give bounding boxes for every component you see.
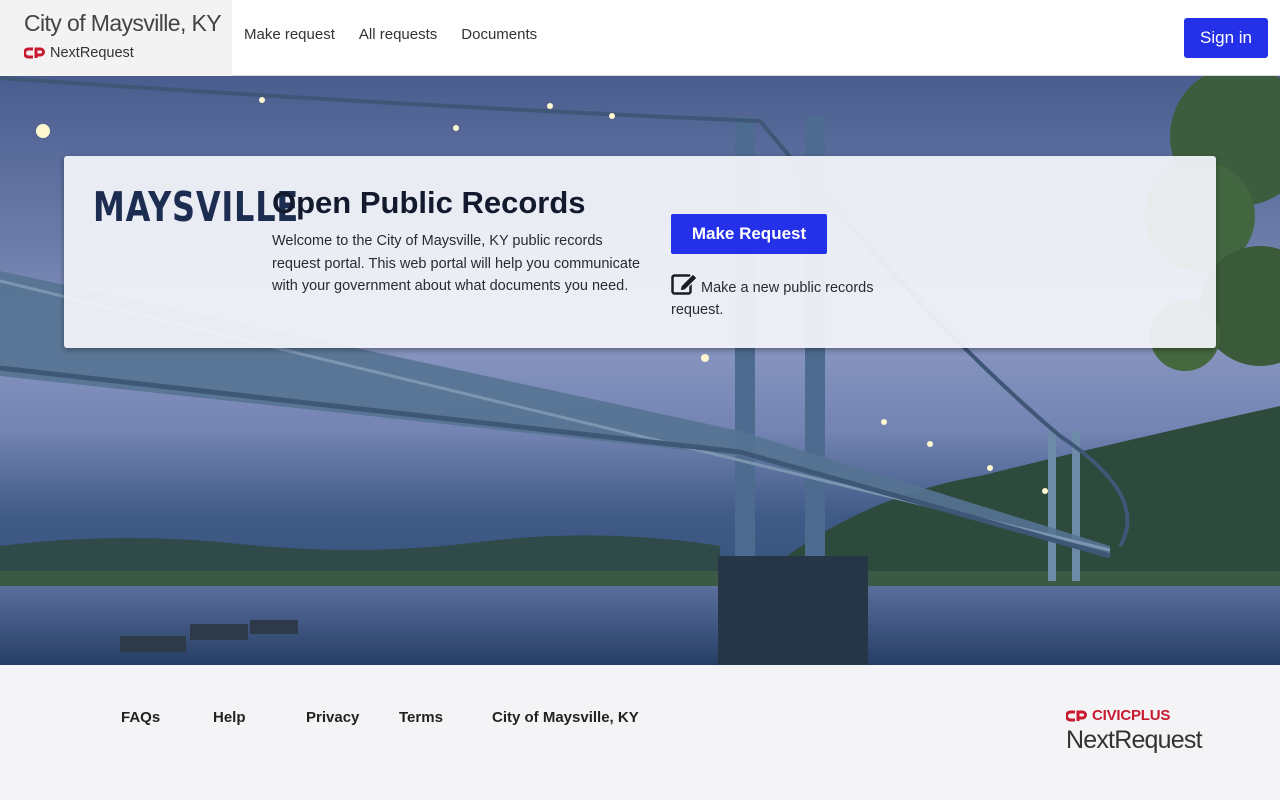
nextrequest-wordmark: NextRequest [1066,726,1203,754]
maysville-logo: MAYSVILLE [93,183,299,231]
nav-all-requests[interactable]: All requests [359,26,437,43]
intro-card: MAYSVILLE Open Public Records Welcome to… [64,156,1216,348]
product-name: NextRequest [50,45,134,61]
hero-section: MAYSVILLE Open Public Records Welcome to… [0,76,1280,665]
civicplus-logo: CIVICPLUS [1066,707,1216,724]
intro-description: Welcome to the City of Maysville, KY pub… [272,233,641,294]
nextrequest-brand: NextRequest [24,45,232,61]
footer-link-help[interactable]: Help [213,709,306,726]
nav-documents[interactable]: Documents [461,26,537,43]
civicplus-wordmark: CIVICPLUS [1092,707,1171,724]
site-footer: FAQs Help Privacy Terms City of Maysvill… [0,665,1280,800]
make-request-hint-text: Make a new public records request. [671,280,874,318]
main-nav: Make request All requests Documents [244,26,561,43]
footer-links: FAQs Help Privacy Terms City of Maysvill… [121,709,639,726]
site-header: City of Maysville, KY NextRequest Make r… [0,0,1280,76]
footer-link-privacy[interactable]: Privacy [306,709,399,726]
brand-block[interactable]: City of Maysville, KY NextRequest [0,0,232,76]
make-request-button[interactable]: Make Request [671,214,827,254]
footer-link-terms[interactable]: Terms [399,709,492,726]
nav-make-request[interactable]: Make request [244,26,335,43]
sign-in-button[interactable]: Sign in [1184,18,1268,58]
site-title[interactable]: City of Maysville, KY [24,10,232,37]
footer-link-city[interactable]: City of Maysville, KY [492,709,639,726]
footer-link-faqs[interactable]: FAQs [121,709,213,726]
edit-icon [671,271,699,295]
page-title: Open Public Records [272,185,586,220]
make-request-hint: Make a new public records request. [671,271,911,321]
civicplus-cp-icon [1066,709,1088,723]
civicplus-brand[interactable]: CIVICPLUS NextRequest [1066,707,1216,755]
civicplus-cp-icon [24,46,46,60]
